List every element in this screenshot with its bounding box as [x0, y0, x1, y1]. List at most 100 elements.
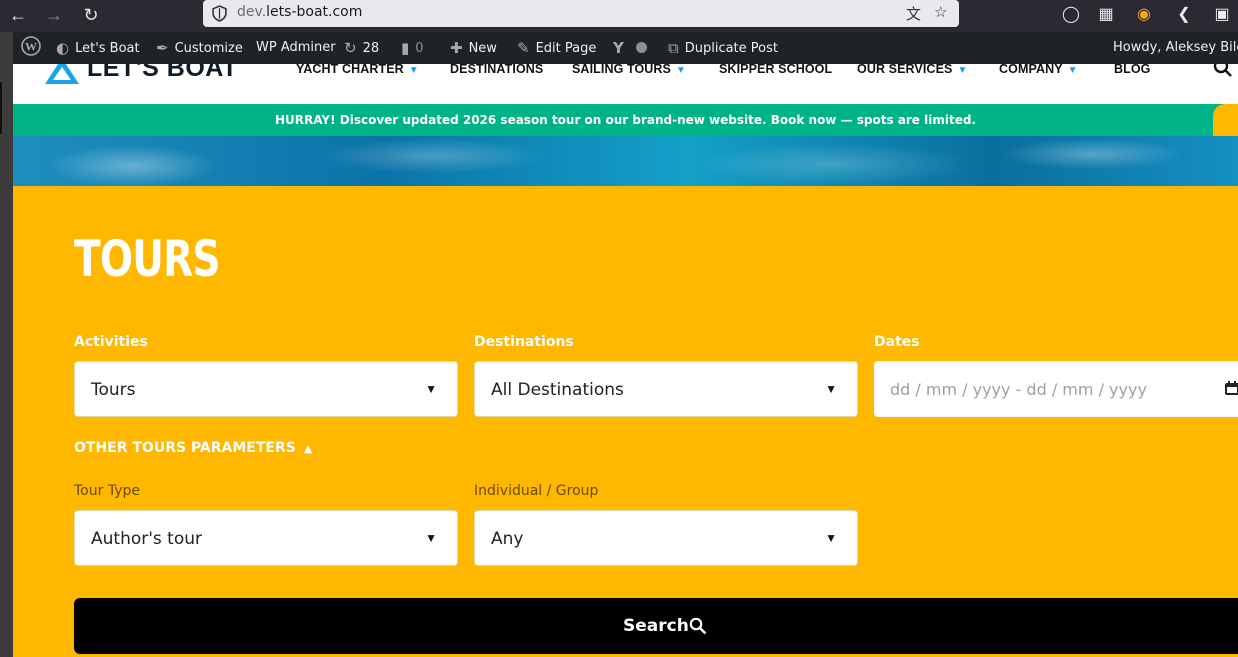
customize-label: Customize	[174, 41, 243, 56]
caret-down-icon: ▼	[676, 65, 686, 76]
menu-company[interactable]: COMPANY ▼	[999, 64, 1078, 76]
yoast-seo-icon[interactable]: Y	[613, 32, 647, 64]
destinations-select[interactable]: All Destinations ▼	[474, 361, 858, 417]
site-header: LET'S BOAT YACHT CHARTER ▼ DESTINATIONS S…	[13, 64, 1238, 104]
menu-label: BLOG	[1114, 64, 1151, 76]
edit-page-label: Edit Page	[535, 41, 597, 56]
dropdown-arrow-icon: ▼	[425, 382, 437, 396]
wp-new[interactable]: ✚ New	[450, 32, 497, 64]
menu-label: SAILING TOURS	[572, 64, 671, 76]
wp-customize[interactable]: ✒ Customize	[156, 32, 243, 64]
duplicate-icon: ⧉	[668, 39, 679, 57]
boat-logo-icon	[45, 64, 79, 84]
menu-label: SKIPPER SCHOOL	[719, 64, 833, 76]
translate-icon[interactable]: 文	[906, 3, 921, 24]
activities-select[interactable]: Tours ▼	[74, 361, 458, 417]
wp-updates[interactable]: ↻ 28	[344, 32, 379, 64]
activities-value: Tours	[91, 380, 136, 400]
brush-icon: ✒	[156, 39, 169, 57]
page-title: TOURS	[74, 230, 220, 288]
dates-placeholder: dd / mm / yyyy - dd / mm / yyyy	[890, 380, 1147, 399]
menu-our-services[interactable]: OUR SERVICES ▼	[857, 64, 967, 76]
dropdown-arrow-icon: ▼	[425, 531, 437, 545]
tour-filter-section: TOURS Activities Tours ▼ Destinations Al…	[13, 186, 1238, 657]
seo-status-dot-icon	[635, 42, 647, 53]
other-parameters-toggle[interactable]: OTHER TOURS PARAMETERS ▲	[74, 440, 312, 456]
menu-yacht-charter[interactable]: YACHT CHARTER ▼	[296, 64, 419, 76]
menu-label: YACHT CHARTER	[296, 64, 404, 76]
wp-howdy[interactable]: Howdy, Aleksey Bilets	[1113, 32, 1238, 64]
dates-label: Dates	[874, 334, 920, 350]
group-value: Any	[491, 529, 524, 549]
updates-icon: ↻	[344, 39, 357, 57]
howdy-label: Howdy, Aleksey Bilets	[1113, 40, 1238, 55]
wp-adminer-label: WP Adminer	[256, 40, 336, 55]
new-label: New	[468, 41, 497, 56]
search-button-label: Search	[623, 616, 689, 636]
duplicate-post-label: Duplicate Post	[684, 41, 778, 56]
wordpress-logo-icon[interactable]: W	[21, 32, 41, 64]
comment-icon: ▮	[401, 39, 410, 57]
menu-destinations[interactable]: DESTINATIONS	[450, 64, 543, 76]
menu-label: OUR SERVICES	[857, 64, 953, 76]
tour-type-select[interactable]: Author's tour ▼	[74, 510, 458, 566]
wp-duplicate-post[interactable]: ⧉ Duplicate Post	[668, 32, 778, 64]
promo-text: HURRAY! Discover updated 2026 season tou…	[275, 113, 976, 127]
tab-container-icon[interactable]: ▣	[1211, 4, 1233, 24]
menu-blog[interactable]: BLOG	[1114, 64, 1151, 76]
dashboard-icon: ◐	[56, 39, 70, 57]
search-button[interactable]: Search	[74, 598, 1238, 654]
wp-edit-page[interactable]: ✎ Edit Page	[517, 32, 596, 64]
dropdown-arrow-icon: ▼	[825, 382, 837, 396]
activities-label: Activities	[74, 334, 148, 350]
caret-down-icon: ▼	[957, 65, 968, 76]
menu-sailing-tours[interactable]: SAILING TOURS ▼	[572, 64, 686, 76]
menu-label: DESTINATIONS	[450, 64, 544, 76]
search-icon[interactable]	[1213, 64, 1233, 78]
destinations-label: Destinations	[474, 334, 574, 350]
account-icon[interactable]: ◯	[1060, 4, 1082, 24]
caret-down-icon: ▼	[1067, 65, 1078, 76]
group-select[interactable]: Any ▼	[474, 510, 858, 566]
reload-icon[interactable]: ↻	[80, 4, 102, 26]
wp-site-name[interactable]: ◐ Let's Boat	[56, 32, 140, 64]
url-domain: lets-boat.com	[266, 4, 363, 20]
hero-water-image	[13, 136, 1238, 186]
destinations-value: All Destinations	[491, 380, 624, 400]
svg-text:W: W	[25, 40, 37, 54]
dropdown-arrow-icon: ▼	[825, 531, 837, 545]
group-label: Individual / Group	[474, 483, 599, 499]
text-cursor-bar	[0, 82, 2, 134]
address-bar[interactable]: dev.lets-boat.com 文 ☆	[203, 0, 959, 27]
left-window-rail	[0, 32, 13, 657]
caret-up-icon: ▲	[303, 442, 313, 455]
extension-fox-icon[interactable]: ◉	[1133, 4, 1155, 24]
other-parameters-label: OTHER TOURS PARAMETERS	[74, 440, 296, 456]
comments-count: 0	[415, 41, 424, 56]
wp-comments[interactable]: ▮ 0	[401, 32, 424, 64]
dates-input[interactable]: dd / mm / yyyy - dd / mm / yyyy	[874, 361, 1238, 417]
star-bookmark-icon[interactable]: ☆	[934, 3, 947, 21]
search-icon	[689, 617, 707, 635]
menu-label: COMPANY	[999, 64, 1063, 76]
wp-adminer[interactable]: WP Adminer	[256, 32, 336, 64]
tour-type-label: Tour Type	[74, 483, 140, 499]
shield-icon	[212, 5, 227, 22]
chevron-left-icon[interactable]: ❮	[1173, 4, 1195, 24]
plus-icon: ✚	[450, 39, 463, 57]
calendar-icon[interactable]	[1224, 380, 1238, 396]
extensions-icon[interactable]: ▦	[1095, 4, 1117, 24]
wp-admin-bar: W ◐ Let's Boat ✒ Customize WP Adminer ↻ 28 …	[13, 32, 1238, 64]
caret-down-icon: ▼	[408, 65, 419, 76]
forward-arrow-icon[interactable]: →	[43, 4, 65, 26]
logo-text: LET'S BOAT	[87, 64, 238, 82]
back-arrow-icon[interactable]: ←	[7, 4, 29, 26]
menu-skipper-school[interactable]: SKIPPER SCHOOL	[719, 64, 832, 76]
browser-toolbar: ← → ↻ dev.lets-boat.com 文 ☆ ◯ ▦ ◉ ❮ ▣	[0, 0, 1238, 32]
pencil-icon: ✎	[517, 39, 530, 57]
updates-count: 28	[362, 41, 380, 56]
url-prefix: dev.	[237, 4, 267, 20]
promo-banner[interactable]: HURRAY! Discover updated 2026 season tou…	[13, 104, 1238, 136]
site-name-label: Let's Boat	[75, 41, 140, 56]
tour-type-value: Author's tour	[91, 529, 202, 549]
